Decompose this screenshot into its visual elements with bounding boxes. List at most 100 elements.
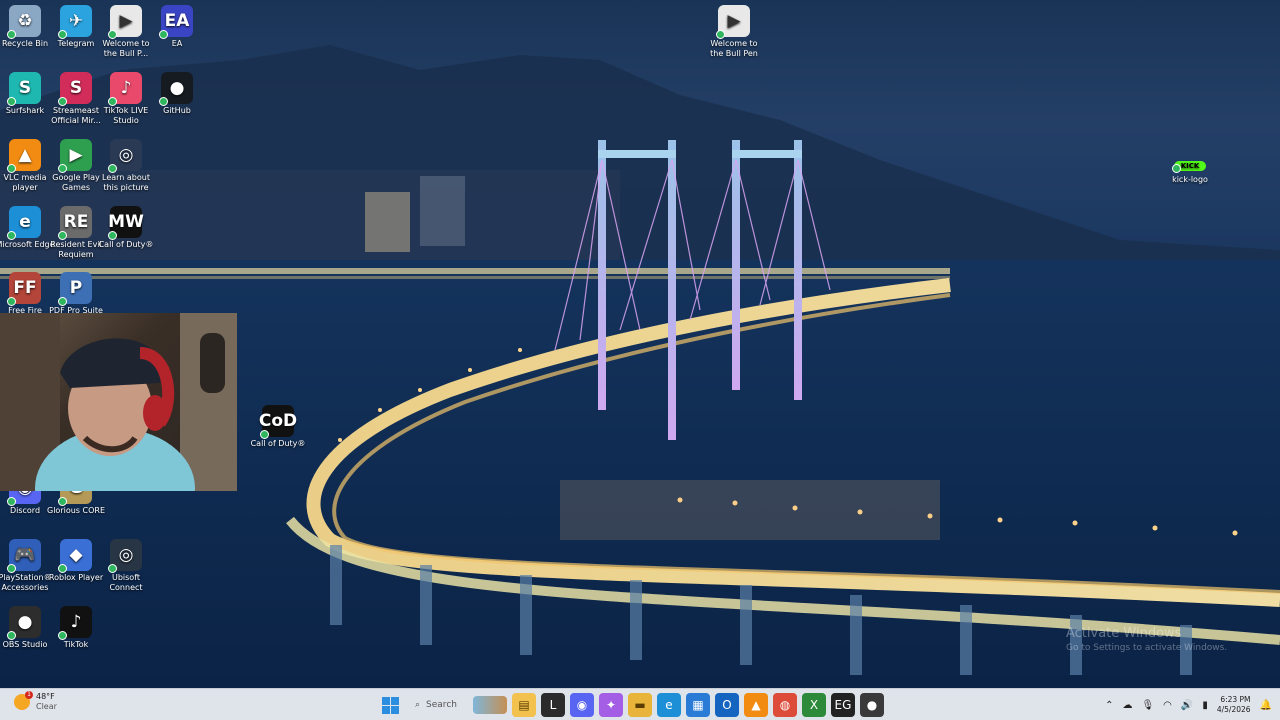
- sync-status-icon: [108, 164, 117, 173]
- learn-picture-icon: ◎: [108, 139, 142, 173]
- playstation-icon: 🎮: [7, 539, 41, 573]
- sync-status-icon: [108, 30, 117, 39]
- davinci-icon[interactable]: ●: [860, 693, 884, 717]
- taskbar-search-box[interactable]: ⌕ Search: [407, 693, 507, 717]
- sync-status-icon: [7, 564, 16, 573]
- desktop-icon-label: Ubisoft Connect: [109, 573, 143, 592]
- sync-status-icon: [58, 30, 67, 39]
- chrome-icon[interactable]: ◍: [773, 693, 797, 717]
- desktop-icon[interactable]: MW Call of Duty®: [96, 206, 156, 250]
- cloud-icon[interactable]: ☁: [1122, 700, 1132, 711]
- desktop-icon[interactable]: P PDF Pro Suite: [46, 272, 106, 316]
- call-of-duty-icon: MW: [108, 206, 144, 240]
- telegram-icon: ✈: [58, 5, 92, 39]
- sync-status-icon: [58, 631, 67, 640]
- sync-status-icon: [58, 497, 67, 506]
- folder-icon[interactable]: ▬: [628, 693, 652, 717]
- sync-status-icon: [108, 564, 117, 573]
- video-file-icon: ▶: [716, 5, 750, 39]
- chevron-up-icon[interactable]: ⌃: [1105, 700, 1113, 711]
- desktop-icon-label: Glorious CORE: [47, 506, 105, 515]
- sync-status-icon: [7, 231, 16, 240]
- store-icon[interactable]: ▦: [686, 693, 710, 717]
- recycle-bin-icon: ♻: [7, 5, 41, 39]
- desktop-icon-label: Call of Duty®: [250, 439, 306, 448]
- sync-status-icon: [108, 231, 117, 240]
- microphone-icon[interactable]: 🎙: [1141, 700, 1154, 711]
- start-button[interactable]: [378, 693, 402, 717]
- activate-windows-watermark: Activate Windows Go to Settings to activ…: [1066, 626, 1227, 653]
- streameast-icon: S: [58, 72, 92, 106]
- weather-alert-badge: 1: [25, 691, 33, 699]
- sync-status-icon: [7, 631, 16, 640]
- weather-sun-icon: 1: [14, 691, 33, 710]
- desktop-icon-label: Welcome to the Bull Pen: [710, 39, 758, 58]
- battery-icon[interactable]: ▮: [1202, 700, 1208, 711]
- desktop-icon[interactable]: ● GitHub: [147, 72, 207, 116]
- sync-status-icon: [159, 30, 168, 39]
- taskbar-clock[interactable]: 6:23 PM 4/5/2026: [1217, 695, 1251, 715]
- sync-status-icon: [58, 564, 67, 573]
- sync-status-icon: [7, 97, 16, 106]
- desktop-icon[interactable]: CoD Call of Duty®: [248, 405, 308, 449]
- desktop-icon-label: TikTok: [63, 640, 89, 649]
- roblox-icon: ◆: [58, 539, 92, 573]
- edge-icon[interactable]: e: [657, 693, 681, 717]
- edge-icon: e: [7, 206, 41, 240]
- desktop-icon[interactable]: ▶ Welcome to the Bull Pen: [704, 5, 764, 59]
- desktop-icon-label: Learn about this picture: [102, 173, 150, 192]
- desktop-icon-label: GitHub: [163, 106, 191, 115]
- terminal-icon[interactable]: L: [541, 693, 565, 717]
- notification-bell-icon[interactable]: 🔔: [1260, 700, 1272, 711]
- xbox-icon[interactable]: X: [802, 693, 826, 717]
- discord-icon[interactable]: ◉: [570, 693, 594, 717]
- sync-status-icon: [58, 97, 67, 106]
- system-tray: ⌃ ☁ 🎙 ◠ 🔊 ▮ 6:23 PM 4/5/2026 🔔: [1105, 689, 1272, 720]
- tiktok-live-icon: ♪: [108, 72, 142, 106]
- sync-status-icon: [58, 297, 67, 306]
- weather-widget[interactable]: 1 48°F Clear: [14, 691, 57, 712]
- ubisoft-icon: ◎: [108, 539, 142, 573]
- copilot-icon[interactable]: ✦: [599, 693, 623, 717]
- epic-games-icon[interactable]: EG: [831, 693, 855, 717]
- sync-status-icon: [716, 30, 725, 39]
- video-file-icon: ▶: [108, 5, 142, 39]
- desktop-icon[interactable]: EA EA: [147, 5, 207, 49]
- call-of-duty-icon: CoD: [259, 405, 297, 439]
- clock-time: 6:23 PM: [1220, 695, 1251, 704]
- desktop-icon[interactable]: ◎ Ubisoft Connect: [96, 539, 156, 593]
- desktop-icon[interactable]: ♪ TikTok: [46, 606, 106, 650]
- volume-icon[interactable]: 🔊: [1181, 700, 1193, 711]
- taskbar: 1 48°F Clear ⌕ Search ▤ L ◉ ✦ ▬ e ▦ O ▲ ◍ X EG ● ⌃ ☁…: [0, 688, 1280, 720]
- activate-windows-title: Activate Windows: [1066, 626, 1182, 641]
- desktop-icon[interactable]: KICK kick-logo: [1160, 150, 1220, 185]
- weather-temperature: 48°F: [36, 692, 55, 701]
- activate-windows-subtitle: Go to Settings to activate Windows.: [1066, 643, 1228, 653]
- file-explorer-icon[interactable]: ▤: [512, 693, 536, 717]
- sync-status-icon: [58, 231, 67, 240]
- wifi-icon[interactable]: ◠: [1163, 700, 1172, 711]
- search-highlight-image: [473, 696, 507, 714]
- sync-status-icon: [1172, 164, 1181, 173]
- sync-status-icon: [7, 164, 16, 173]
- search-placeholder: Search: [426, 700, 457, 710]
- search-icon: ⌕: [415, 700, 421, 710]
- taskbar-app-strip: ⌕ Search ▤ L ◉ ✦ ▬ e ▦ O ▲ ◍ X EG ●: [378, 693, 884, 717]
- surfshark-icon: S: [7, 72, 41, 106]
- desktop-icon-label: EA: [171, 39, 183, 48]
- obs-icon: ●: [7, 606, 41, 640]
- outlook-icon[interactable]: O: [715, 693, 739, 717]
- sync-status-icon: [7, 297, 16, 306]
- github-icon: ●: [159, 72, 193, 106]
- tiktok-icon: ♪: [58, 606, 92, 640]
- vlc-icon[interactable]: ▲: [744, 693, 768, 717]
- clock-date: 4/5/2026: [1216, 705, 1251, 714]
- desktop-icon[interactable]: ◎ Learn about this picture: [96, 139, 156, 193]
- webcam-overlay: [0, 313, 237, 491]
- desktop-icon-label: Call of Duty®: [98, 240, 154, 249]
- sync-status-icon: [7, 497, 16, 506]
- vlc-icon: ▲: [7, 139, 41, 173]
- sync-status-icon: [108, 97, 117, 106]
- sync-status-icon: [260, 430, 269, 439]
- desktop-icon-label: kick-logo: [1172, 175, 1208, 184]
